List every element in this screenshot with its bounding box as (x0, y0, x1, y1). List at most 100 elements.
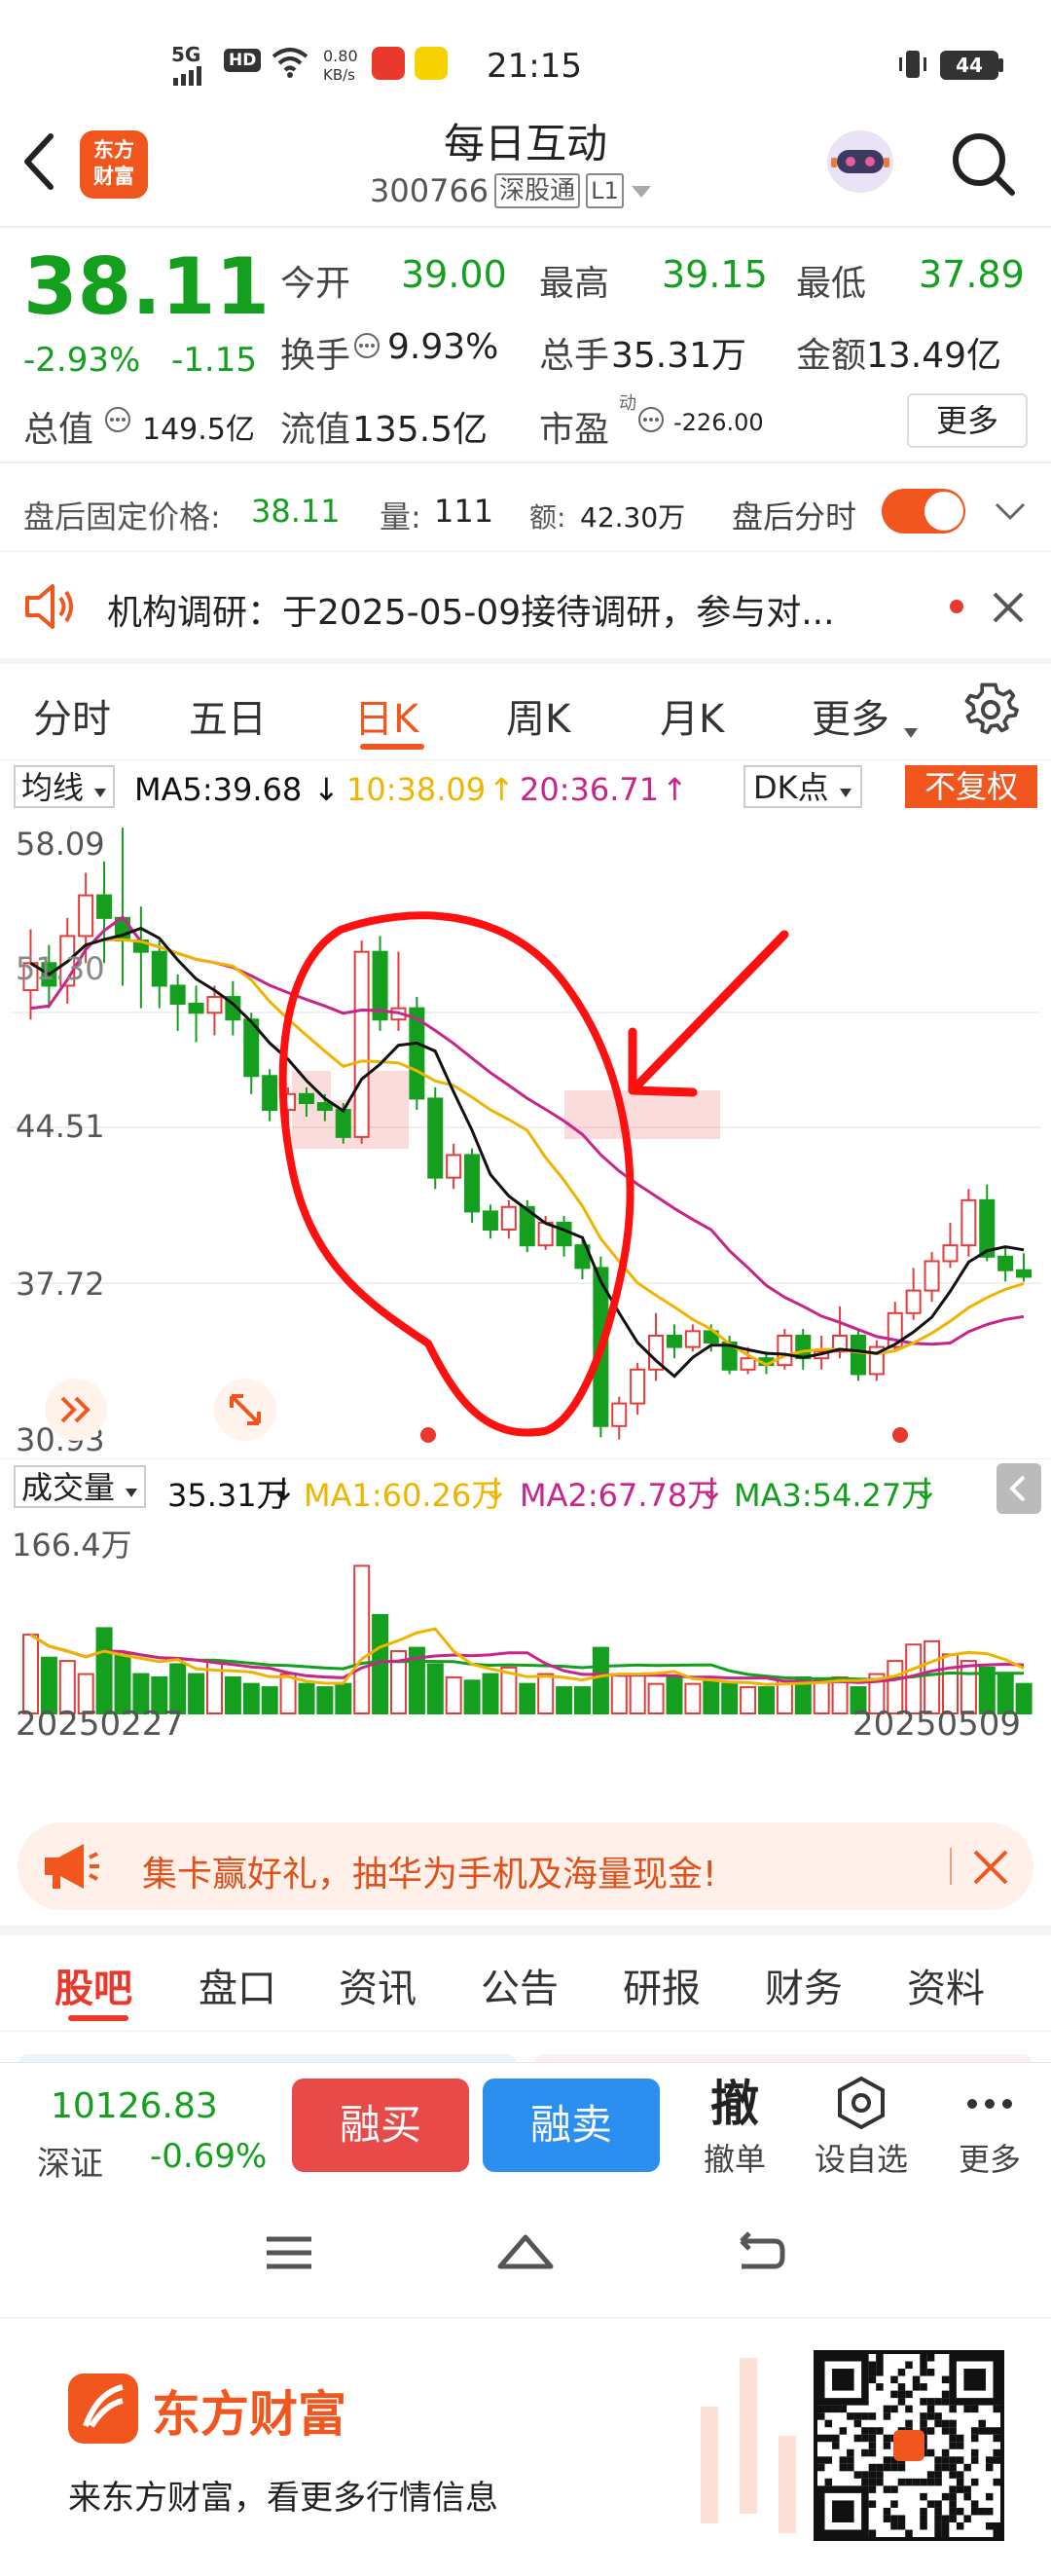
kline-chart[interactable]: 58.09 51.30 44.51 37.72 30.93 (0, 816, 1051, 1458)
tab-financials[interactable]: 财务 (765, 1957, 843, 2013)
info-icon[interactable] (352, 331, 381, 364)
tab-intraday[interactable]: 分时 (33, 687, 111, 744)
add-watchlist-label: 设自选 (814, 2141, 908, 2178)
notice-text: 机构调研：于2025-05-09接待调研，参与对... (107, 593, 835, 633)
volume-bar (353, 1564, 371, 1714)
cancel-order-label: 撤单 (703, 2141, 766, 2178)
volume-chart[interactable]: 166.4万 20250227 20250509 (0, 1511, 1051, 1741)
tab-announcements[interactable]: 公告 (481, 1957, 559, 2013)
tab-daily-k[interactable]: 日K (354, 687, 418, 744)
wifi-icon (271, 45, 309, 82)
quote-panel: 38.11 -2.93% -1.15 今开 39.00 最高 39.15 最低 … (0, 228, 1051, 461)
adjust-mode-button[interactable]: 不复权 (905, 765, 1037, 808)
close-icon[interactable] (989, 588, 1028, 631)
y-axis-label: 51.30 (16, 950, 105, 987)
low-value: 37.89 (919, 253, 1025, 296)
mktcap-label: 总值 (23, 410, 94, 450)
collapse-panel-button[interactable] (997, 1463, 1041, 1514)
volume-bar (519, 1682, 536, 1715)
tab-more[interactable]: 更多 (812, 687, 889, 744)
volume-bar (924, 1639, 941, 1714)
y-axis-label: 44.51 (16, 1108, 105, 1145)
hd-badge: HD (224, 49, 262, 72)
tab-weekly-k[interactable]: 周K (506, 687, 570, 744)
volume-bar (905, 1643, 923, 1715)
ma5-value: MA5:39.68 (134, 771, 303, 808)
tab-profile[interactable]: 资料 (907, 1957, 985, 2013)
cancel-icon: 撤 (710, 2076, 759, 2132)
chevron-down-icon[interactable] (993, 497, 1028, 534)
assistant-avatar[interactable] (823, 123, 897, 201)
back-nav-icon[interactable] (732, 2229, 786, 2278)
high-label: 最高 (539, 264, 610, 304)
kline-legend: 均线 MA5:39.68 ↓ 10:38.09 ↑ 20:36.71 ↑ DK点… (0, 763, 1051, 814)
volume-bar (463, 1679, 481, 1714)
add-watchlist-button[interactable]: 设自选 (808, 2073, 915, 2180)
footer-logo-icon (68, 2374, 138, 2444)
volume-bar (740, 1686, 757, 1714)
candle-body (78, 894, 94, 938)
candle-body (630, 1368, 646, 1405)
volume-indicator-label: 成交量 (21, 1469, 116, 1506)
dk-point-select[interactable]: DK点 (743, 765, 862, 808)
close-icon[interactable] (971, 1848, 1010, 1891)
volume-bar (813, 1679, 830, 1714)
amount-value: 13.49亿 (866, 336, 1002, 376)
more-menu-button[interactable]: 更多 (946, 2073, 1033, 2180)
margin-buy-button[interactable]: 融买 (292, 2079, 469, 2172)
vol-ma1-value: MA1:60.26万 (304, 1477, 503, 1514)
menu-icon[interactable] (265, 2233, 313, 2276)
info-icon[interactable] (103, 405, 132, 438)
index-change: -0.69% (150, 2137, 268, 2176)
notice-bar[interactable]: 机构调研：于2025-05-09接待调研，参与对... (0, 553, 1051, 660)
volume-bar (647, 1682, 665, 1715)
back-icon[interactable] (18, 130, 62, 197)
after-hours-price: 38.11 (251, 493, 341, 530)
volume-indicator-select[interactable]: 成交量 (14, 1465, 147, 1508)
tab-news[interactable]: 资讯 (339, 1957, 417, 2013)
indicator-select[interactable]: 均线 (14, 765, 116, 808)
caret-down-icon (839, 769, 852, 806)
volume-bar (335, 1682, 352, 1715)
vol-ma1-arrow: ↓ (483, 1471, 509, 1508)
more-button[interactable]: 更多 (907, 393, 1028, 448)
tab-five-day[interactable]: 五日 (189, 687, 267, 744)
chart-period-tabs: 分时 五日 日K 周K 月K 更多 (0, 666, 1051, 759)
tab-forum[interactable]: 股吧 (54, 1957, 132, 2013)
app-notification-icon (372, 47, 405, 80)
candle-body (335, 1109, 351, 1138)
timeshare-toggle[interactable] (882, 489, 965, 534)
volume-bar (95, 1627, 113, 1715)
promo-banner[interactable]: 集卡赢好礼，抽华为手机及海量现金! (18, 1822, 1033, 1910)
search-icon[interactable] (946, 127, 1020, 204)
tab-order-book[interactable]: 盘口 (199, 1957, 276, 2013)
volume-legend: 成交量 35.31万 ↓ MA1:60.26万 ↓ MA2:67.78万 ↓ M… (0, 1458, 1051, 1514)
tab-research[interactable]: 研报 (623, 1957, 701, 2013)
footer-banner: 东方财富 来东方财富，看更多行情信息 (0, 2317, 1051, 2576)
candle-body (169, 984, 186, 1006)
candle-body (777, 1334, 793, 1367)
volume-bar (721, 1682, 739, 1715)
event-marker (420, 1427, 436, 1443)
stock-code: 300766 (370, 172, 489, 209)
footer-slogan: 来东方财富，看更多行情信息 (68, 2479, 498, 2518)
margin-sell-button[interactable]: 融卖 (483, 2079, 660, 2172)
tab-monthly-k[interactable]: 月K (660, 687, 724, 744)
caret-down-icon (93, 769, 107, 806)
after-hours-vol: 111 (434, 493, 494, 530)
amount-label: 金额 (796, 336, 867, 376)
volume-bar (22, 1634, 39, 1715)
signal-icon (171, 64, 210, 86)
gear-icon[interactable] (961, 680, 1020, 748)
candle-body (997, 1255, 1014, 1271)
battery-icon: 44 (940, 51, 998, 80)
tab-active-underline (360, 744, 424, 750)
index-value: 10126.83 (51, 2086, 218, 2126)
cancel-order-button[interactable]: 撤 撤单 (693, 2073, 777, 2180)
float-value: 135.5亿 (352, 410, 489, 450)
info-icon[interactable] (636, 405, 666, 438)
after-hours-price-label: 盘后固定价格: (23, 498, 221, 535)
home-icon[interactable] (496, 2229, 555, 2278)
stock-code-row[interactable]: 300766 深股通 L1 (370, 169, 691, 212)
toggle-knob (924, 492, 963, 531)
